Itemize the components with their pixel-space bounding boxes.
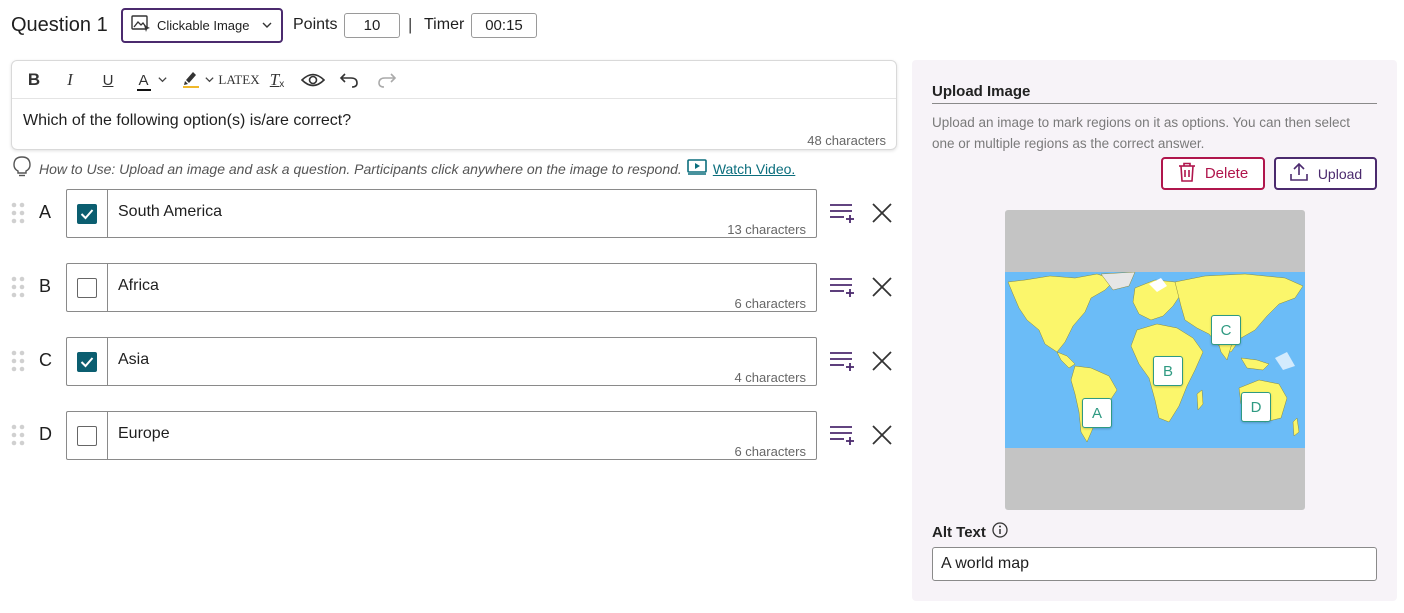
drag-handle-icon[interactable] [11,423,25,452]
points-label: Points [293,16,338,33]
region-marker-d[interactable]: D [1241,392,1271,422]
question-editor: B I U A LATEX Tx Which of the following … [11,60,897,150]
option-text-input[interactable]: Asia [118,351,149,369]
option-field: Europe 6 characters [66,411,817,460]
question-title: Question 1 [11,14,108,36]
option-letter: C [39,350,52,370]
remove-option-icon[interactable] [871,350,893,377]
drag-handle-icon[interactable] [11,349,25,378]
option-checkbox-cell [67,338,108,385]
option-field: Africa 6 characters [66,263,817,312]
upload-label: Upload [1317,165,1363,182]
points-input[interactable]: 10 [344,13,400,38]
chevron-down-icon [261,19,273,34]
preview-eye-icon[interactable] [301,68,325,92]
correct-answer-checkbox[interactable] [77,277,97,298]
alt-text-input[interactable]: A world map [932,547,1377,581]
delete-image-button[interactable]: Delete [1161,157,1265,190]
redo-icon[interactable] [377,68,397,92]
panel-description: Upload an image to mark regions on it as… [932,115,1351,151]
clear-format-letter: T [269,70,280,89]
option-text-input[interactable]: South America [118,203,222,221]
chevron-down-icon [204,70,215,90]
option-row-a: A South America 13 characters [0,189,900,239]
option-field: South America 13 characters [66,189,817,238]
highlighter-icon [182,68,200,93]
underline-button[interactable]: U [99,68,117,92]
watch-video-link[interactable]: Watch Video. [687,159,796,178]
italic-button[interactable]: I [62,68,78,92]
drag-handle-icon[interactable] [11,201,25,230]
info-icon[interactable] [992,522,1008,542]
option-letter: A [39,202,52,222]
option-char-count: 6 characters [734,444,806,459]
option-letter: B [39,276,52,296]
image-cursor-icon [131,15,151,36]
highlight-button[interactable] [179,68,217,92]
correct-answer-checkbox[interactable] [77,203,97,224]
panel-title: Upload Image [932,83,1031,100]
option-checkbox-cell [67,412,108,459]
correct-answer-checkbox[interactable] [77,351,97,372]
watch-video-text: Watch Video. [712,160,796,177]
add-feedback-icon[interactable] [828,201,856,230]
option-checkbox-cell [67,264,108,311]
timer-input[interactable]: 00:15 [471,13,537,38]
bold-button[interactable]: B [25,68,43,92]
question-type-label: Clickable Image [157,18,250,33]
question-text[interactable]: Which of the following option(s) is/are … [23,112,351,130]
region-marker-c[interactable]: C [1211,315,1241,345]
map-image[interactable]: A B C D [1005,210,1305,510]
option-row-c: C Asia 4 characters [0,337,900,387]
question-char-count: 48 characters [807,133,886,148]
alt-text-title: Alt Text [932,523,986,541]
option-row-b: B Africa 6 characters [0,263,900,313]
upload-icon [1289,162,1309,185]
option-row-d: D Europe 6 characters [0,411,900,461]
text-color-bar [136,88,151,91]
trash-icon [1178,162,1196,186]
option-field: Asia 4 characters [66,337,817,386]
remove-option-icon[interactable] [871,276,893,303]
region-marker-a[interactable]: A [1082,398,1112,428]
add-feedback-icon[interactable] [828,349,856,378]
add-feedback-icon[interactable] [828,275,856,304]
undo-icon[interactable] [339,68,359,92]
upload-image-button[interactable]: Upload [1274,157,1377,190]
remove-option-icon[interactable] [871,424,893,451]
chevron-down-icon [157,70,168,90]
option-text-input[interactable]: Europe [118,425,170,443]
option-char-count: 13 characters [727,222,806,237]
add-feedback-icon[interactable] [828,423,856,452]
region-marker-b[interactable]: B [1153,356,1183,386]
delete-label: Delete [1204,165,1249,182]
option-char-count: 6 characters [734,296,806,311]
panel-divider [932,103,1377,104]
video-play-icon [687,159,707,178]
drag-handle-icon[interactable] [11,275,25,304]
upload-image-panel: Upload Image Upload an image to mark reg… [912,60,1397,601]
clear-format-button[interactable]: Tx [267,68,287,92]
correct-answer-checkbox[interactable] [77,425,97,446]
header-separator: | [408,15,413,34]
editor-toolbar: B I U A LATEX Tx [12,61,896,99]
option-char-count: 4 characters [734,370,806,385]
question-type-dropdown[interactable]: Clickable Image [121,8,283,43]
option-checkbox-cell [67,190,108,237]
text-color-letter: A [138,71,149,89]
hint-text: How to Use: Upload an image and ask a qu… [39,160,682,177]
latex-button[interactable]: LATEX [218,68,259,92]
text-color-button[interactable]: A [133,68,171,92]
alt-text-label: Alt Text [932,522,1008,542]
how-to-use-hint: How to Use: Upload an image and ask a qu… [12,156,795,181]
remove-option-icon[interactable] [871,202,893,229]
option-letter: D [39,424,52,444]
lightbulb-icon [12,156,32,181]
timer-label: Timer [424,16,465,33]
option-text-input[interactable]: Africa [118,277,159,295]
